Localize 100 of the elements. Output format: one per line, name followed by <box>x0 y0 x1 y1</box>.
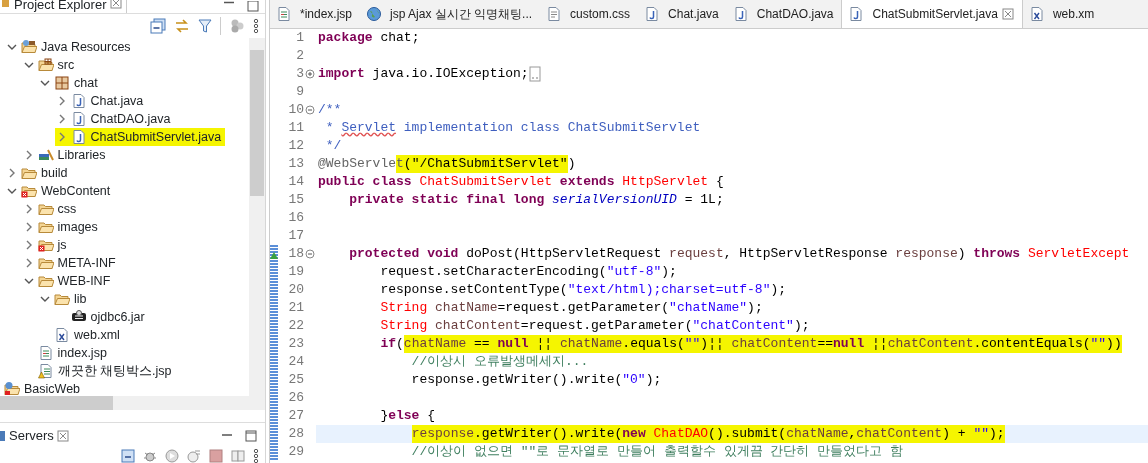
close-icon <box>56 430 69 442</box>
tree-item[interactable]: index.jsp <box>21 344 111 362</box>
horizontal-scrollbar[interactable] <box>0 396 265 410</box>
code-line: private static final long serialVersionUID = 1L; <box>348 191 725 209</box>
code-line: //이상이 없으면 ""로 문자열로 만들어 출력할수 있게끔 간단히 만들었다고 함 <box>410 443 905 461</box>
line-number: 20 <box>287 281 304 300</box>
web-project-icon <box>4 381 20 396</box>
editor-tab[interactable]: jsp Ajax 실시간 익명채팅... <box>360 0 541 28</box>
line-number: 25 <box>287 371 304 390</box>
editor-tab[interactable]: custom.css <box>540 0 639 28</box>
java-file-icon <box>70 111 87 127</box>
tree-item[interactable]: WebContent <box>5 182 115 200</box>
jsp-file-icon <box>276 6 292 22</box>
minimize-icon <box>223 1 235 5</box>
code-line: protected void doPost(HttpServletRequest request, HttpServletResponse response) throws ServletExcept <box>348 245 1131 263</box>
collapse-fold-icon[interactable] <box>305 105 315 115</box>
java-resources-icon <box>21 39 37 55</box>
line-number: 3 <box>295 65 304 84</box>
bug-icon <box>143 449 157 463</box>
tree-item[interactable]: ChatSubmitServlet.java <box>54 128 226 146</box>
view-menu-icon <box>253 18 259 35</box>
editor-tab[interactable]: Chat.java <box>638 0 727 28</box>
line-number: 24 <box>287 353 304 372</box>
code-line: @WebServlet("/ChatSubmitServlet") <box>317 155 577 173</box>
view-tab[interactable]: Project Explorer <box>0 0 128 14</box>
tree-item[interactable]: 깨끗한 채팅박스.jsp <box>21 362 176 380</box>
editor-tab[interactable]: ChatDAO.java <box>726 0 842 28</box>
line-number: 17 <box>287 227 304 246</box>
run-icon <box>165 449 179 463</box>
code-line: }else { <box>379 407 437 425</box>
tree-item[interactable]: Libraries <box>21 146 110 164</box>
line-number: 23 <box>287 335 304 354</box>
folder-icon <box>37 255 54 271</box>
web-folder-icon <box>21 183 37 199</box>
tree-item[interactable]: ChatDAO.java <box>54 110 175 128</box>
collapse-icon <box>121 449 135 463</box>
tree-item[interactable]: js <box>21 236 71 254</box>
line-number: 1 <box>295 29 304 48</box>
collapse-all-icon <box>150 18 166 35</box>
tree-item[interactable]: WEB-INF <box>21 272 115 290</box>
maximize-icon <box>245 430 257 442</box>
tree-item[interactable]: css <box>21 200 81 218</box>
globe-icon <box>366 6 383 22</box>
collapse-fold-icon[interactable] <box>305 249 315 259</box>
package-icon <box>54 75 70 91</box>
line-number: 11 <box>287 119 304 138</box>
editor-tab[interactable]: web.xm <box>1022 0 1103 28</box>
editor-tab[interactable]: *index.jsp <box>270 0 361 28</box>
tree-item[interactable]: web.xml <box>38 326 124 344</box>
tree-item[interactable]: Chat.java <box>54 92 148 110</box>
xml-file-icon <box>54 327 70 343</box>
code-line: //이상시 오류발생메세지... <box>410 353 590 371</box>
folder-icon <box>37 219 54 235</box>
code-line: if(chatName == null ¦¦ chatName.equals("")¦¦ chatContent==null ¦¦chatContent.contentEquals("")) <box>379 335 1123 353</box>
project-explorer-icon <box>2 0 10 10</box>
close-icon <box>110 0 123 10</box>
code-line: response.setContentType("text/html);charset=utf-8"); <box>379 281 788 299</box>
line-number: 9 <box>295 83 304 102</box>
line-number: 14 <box>287 173 304 192</box>
tree-item[interactable]: chat <box>38 74 102 92</box>
tree-item[interactable]: lib <box>38 290 91 308</box>
expand-fold-icon[interactable] <box>305 69 315 79</box>
folder-icon <box>37 273 54 289</box>
vertical-scrollbar[interactable] <box>249 38 265 396</box>
books-icon <box>37 147 54 163</box>
tree-item[interactable]: src <box>21 56 79 74</box>
jsp-file-icon <box>37 345 54 361</box>
line-number: 2 <box>295 47 304 66</box>
java-file-icon <box>70 93 87 109</box>
tree-item[interactable]: images <box>21 218 102 236</box>
code-line: request.setCharacterEncoding("utf-8"); <box>379 263 678 281</box>
editor-tab[interactable]: ChatSubmitServlet.java <box>841 0 1023 28</box>
code-line: String chatName=request.getParameter("chatName"); <box>379 299 764 317</box>
override-icon <box>270 250 278 259</box>
tree-item[interactable]: ojdbc6.jar <box>54 308 149 326</box>
web-folder-icon <box>37 237 54 253</box>
line-number: 12 <box>287 137 304 156</box>
folder-icon <box>37 201 54 217</box>
close-icon <box>1001 8 1014 20</box>
line-number: 10 <box>287 101 304 120</box>
line-number: 21 <box>287 299 304 318</box>
tree-item[interactable]: build <box>5 164 72 182</box>
source-folder-icon <box>37 57 54 73</box>
code-line: response.getWriter().write("0"); <box>410 371 663 389</box>
view-menu-icon <box>253 449 259 463</box>
line-number: 13 <box>287 155 304 174</box>
java-file-icon <box>644 6 661 22</box>
code-line: String chatContent=request.getParameter("chatContent"); <box>379 317 811 335</box>
line-number: 15 <box>287 191 304 210</box>
tree-item[interactable]: META-INF <box>21 254 120 272</box>
view-tab[interactable]: Servers <box>9 426 54 446</box>
tree-item[interactable]: Java Resources <box>5 38 135 56</box>
java-file-icon <box>848 6 865 22</box>
profile-icon <box>187 449 201 463</box>
line-number: 28 <box>287 425 304 444</box>
tree-item[interactable]: BasicWeb <box>4 380 85 396</box>
folder-icon <box>21 165 37 181</box>
code-line: * Servlet implementation class ChatSubmitServlet <box>324 119 702 137</box>
line-number: 22 <box>287 317 304 336</box>
code-line: import java.io.IOException; <box>316 65 1148 83</box>
